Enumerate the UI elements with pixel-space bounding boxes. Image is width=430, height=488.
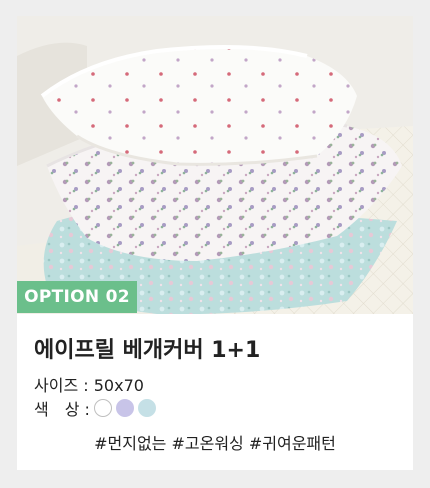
size-value: 50x70 [93,376,144,395]
size-label: 사이즈 : [34,376,89,395]
hashtags: #먼지없는 #고온워싱 #귀여운패턴 [94,434,336,453]
color-label: 색 상 : [34,400,90,419]
product-photo[interactable]: OPTION 02 [17,16,413,314]
color-swatch-light-blue[interactable] [137,399,156,417]
option-badge: OPTION 02 [17,281,137,313]
color-swatch-white[interactable] [93,399,112,417]
color-row: 색 상 : [34,396,160,420]
product-card[interactable]: OPTION 02 에이프릴 베개커버 1+1 사이즈 : 50x70 색 상 … [17,16,413,470]
color-swatch-list [93,399,160,417]
size-row: 사이즈 : 50x70 [34,372,144,396]
product-title: 에이프릴 베개커버 1+1 [34,338,261,363]
pillow-stack-illustration [17,16,413,314]
color-swatch-lavender[interactable] [115,399,134,417]
